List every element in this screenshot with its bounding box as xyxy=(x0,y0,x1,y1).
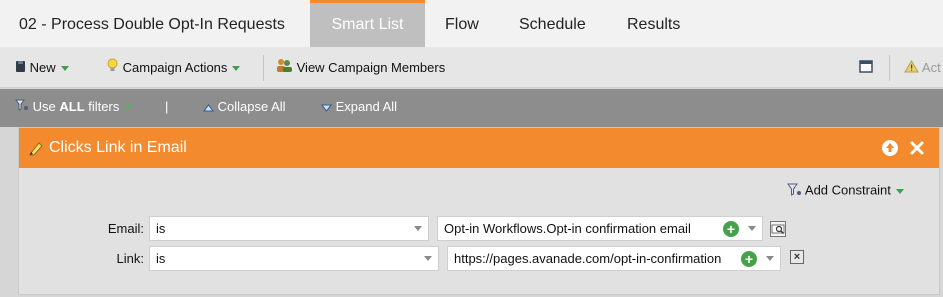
preview-email-button[interactable] xyxy=(770,221,786,237)
new-button[interactable]: New xyxy=(15,47,69,88)
view-campaign-members-button[interactable]: View Campaign Members xyxy=(276,47,445,88)
tab-flow[interactable]: Flow xyxy=(445,0,479,47)
add-constraint-button[interactable]: Add Constraint xyxy=(787,182,904,200)
close-icon xyxy=(910,141,924,155)
actions-button[interactable]: Act xyxy=(904,47,941,88)
campaign-actions-label: Campaign Actions xyxy=(122,60,228,75)
chevron-down-icon xyxy=(895,188,904,194)
tab-schedule[interactable]: Schedule xyxy=(519,0,586,47)
chevron-down-icon xyxy=(424,256,432,261)
triangle-down-icon xyxy=(321,90,332,126)
collapse-all-label: Collapse All xyxy=(217,99,286,114)
close-icon: × xyxy=(793,251,801,263)
filter-separator: | xyxy=(165,99,169,114)
window-icon xyxy=(859,48,873,89)
collapse-all-button[interactable]: Collapse All xyxy=(203,89,286,127)
email-operator-value: is xyxy=(156,221,166,236)
lightbulb-icon xyxy=(106,48,119,89)
view-campaign-members-label: View Campaign Members xyxy=(296,60,446,75)
pencil-icon xyxy=(28,140,44,161)
filters-label: filters xyxy=(88,99,120,114)
arrow-up-circle-icon xyxy=(882,140,898,156)
chevron-down-icon xyxy=(414,226,422,231)
toolbar-divider xyxy=(263,55,264,81)
link-label: Link: xyxy=(116,251,144,266)
chevron-down-icon xyxy=(60,66,69,72)
remove-row-button[interactable]: × xyxy=(790,250,804,264)
email-value-select[interactable]: Opt-in Workflows.Opt-in confirmation ema… xyxy=(437,216,763,241)
toolbar-divider xyxy=(889,55,890,81)
new-label: New xyxy=(29,60,56,75)
use-filters-dropdown[interactable]: Use ALL filters xyxy=(15,89,133,127)
email-value: Opt-in Workflows.Opt-in confirmation ema… xyxy=(444,221,691,236)
remove-filter-button[interactable] xyxy=(908,139,926,157)
link-operator-value: is xyxy=(156,251,166,266)
window-toggle-button[interactable] xyxy=(859,47,873,88)
filter-title: Clicks Link in Email xyxy=(49,139,187,156)
smart-list-screen: 02 - Process Double Opt-In Requests Smar… xyxy=(0,0,943,297)
campaign-actions-button[interactable]: Campaign Actions xyxy=(106,47,241,89)
chevron-down-icon xyxy=(124,105,133,111)
email-operator-select[interactable]: is xyxy=(149,216,429,241)
all-label: ALL xyxy=(59,99,85,114)
link-operator-select[interactable]: is xyxy=(149,246,439,271)
link-value: https://pages.avanade.com/opt-in-confirm… xyxy=(454,251,722,266)
toolbar: New Campaign Actions View Campaign Membe… xyxy=(0,47,943,88)
chevron-down-icon xyxy=(748,226,756,231)
add-value-button[interactable]: + xyxy=(723,221,739,237)
funnel-icon xyxy=(787,182,802,200)
people-icon xyxy=(276,48,293,89)
campaign-title: 02 - Process Double Opt-In Requests xyxy=(19,16,285,33)
magnifier-icon xyxy=(771,224,785,234)
new-icon xyxy=(15,48,26,89)
chevron-down-icon xyxy=(766,256,774,261)
filter-panel-header[interactable]: Clicks Link in Email xyxy=(19,128,939,168)
warning-icon xyxy=(904,48,919,89)
tab-results[interactable]: Results xyxy=(627,0,680,47)
chevron-down-icon xyxy=(232,66,241,72)
add-value-button[interactable]: + xyxy=(741,251,757,267)
email-label: Email: xyxy=(107,221,144,236)
filter-panel: Clicks Link in Email Add Constraint Emai… xyxy=(18,127,940,295)
tab-bar: 02 - Process Double Opt-In Requests Smar… xyxy=(0,0,943,47)
link-value-select[interactable]: https://pages.avanade.com/opt-in-confirm… xyxy=(447,246,781,271)
actions-label: Act xyxy=(921,60,941,75)
expand-all-button[interactable]: Expand All xyxy=(321,89,397,127)
tab-smart-list[interactable]: Smart List xyxy=(310,0,425,47)
move-up-button[interactable] xyxy=(881,139,899,157)
use-label: Use xyxy=(32,99,56,114)
expand-all-label: Expand All xyxy=(335,99,398,114)
triangle-up-icon xyxy=(203,90,214,126)
filter-bar: Use ALL filters | Collapse All Expand Al… xyxy=(0,89,943,127)
add-constraint-label: Add Constraint xyxy=(804,182,891,198)
funnel-icon xyxy=(15,90,29,126)
